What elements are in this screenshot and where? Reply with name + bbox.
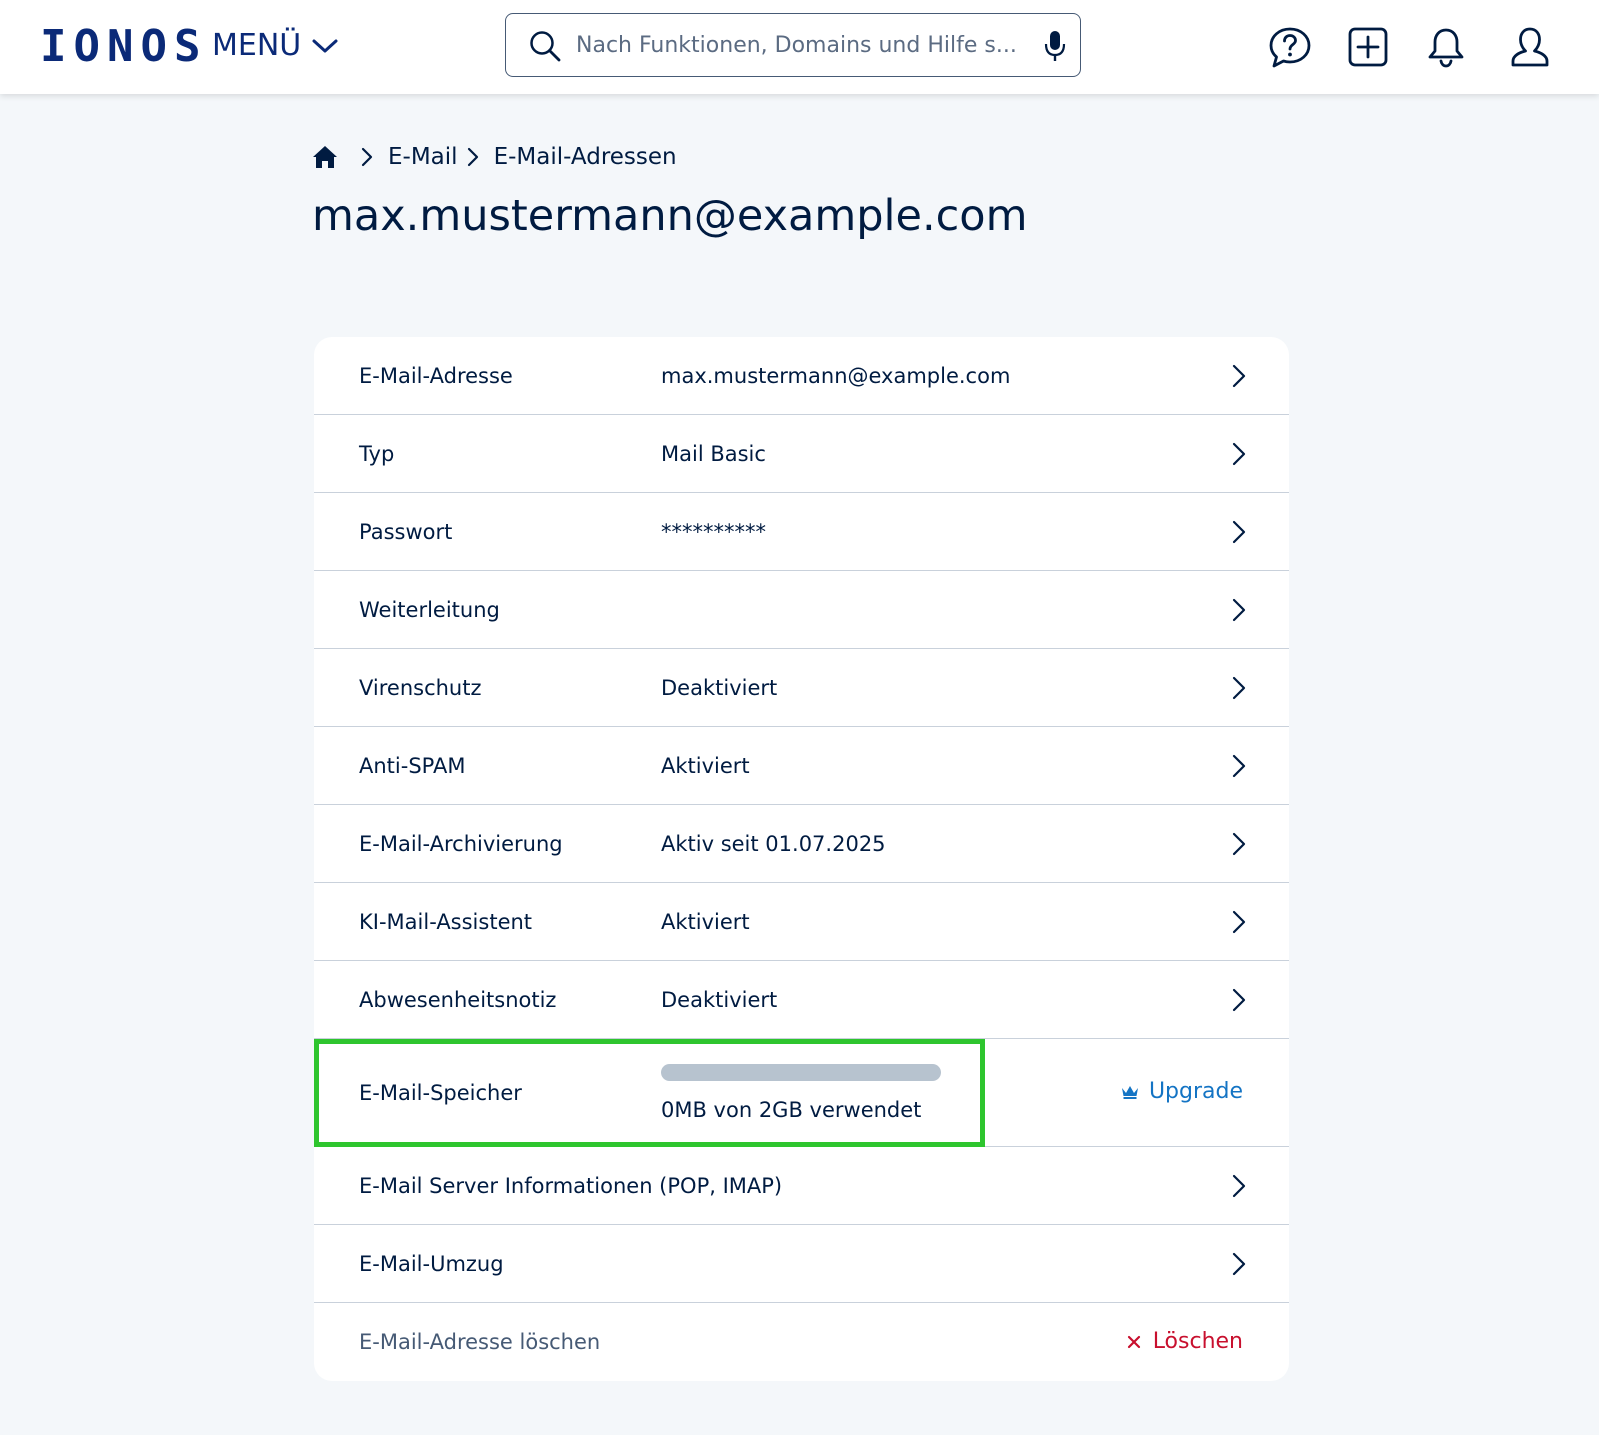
add-icon[interactable] (1346, 25, 1390, 69)
chevron-right-icon (1232, 442, 1246, 466)
page-title: max.mustermann@example.com (312, 191, 1028, 241)
menu-label: MENÜ (212, 28, 302, 63)
row-anti-spam[interactable]: Anti-SPAM Aktiviert (314, 727, 1289, 805)
row-value: Aktiviert (661, 754, 750, 778)
row-label: E-Mail-Umzug (359, 1252, 504, 1276)
chevron-right-icon (1232, 598, 1246, 622)
row-value: Deaktiviert (661, 988, 778, 1012)
chevron-right-icon (1232, 832, 1246, 856)
chevron-right-icon (1232, 1252, 1246, 1276)
search-icon[interactable] (528, 29, 562, 63)
bell-icon[interactable] (1424, 25, 1468, 69)
row-archiving[interactable]: E-Mail-Archivierung Aktiv seit 01.07.202… (314, 805, 1289, 883)
row-label: E-Mail-Archivierung (359, 832, 563, 856)
row-label: E-Mail-Speicher (359, 1081, 522, 1105)
row-label: E-Mail Server Informationen (POP, IMAP) (359, 1174, 783, 1198)
row-email-address[interactable]: E-Mail-Adresse max.mustermann@example.co… (314, 337, 1289, 415)
row-email-migration[interactable]: E-Mail-Umzug (314, 1225, 1289, 1303)
row-label: Passwort (359, 520, 453, 544)
row-label: Weiterleitung (359, 598, 500, 622)
row-ai-mail-assistant[interactable]: KI-Mail-Assistent Aktiviert (314, 883, 1289, 961)
chevron-right-icon (1232, 988, 1246, 1012)
ionos-logo[interactable]: IONOS (40, 24, 207, 70)
help-chat-icon[interactable] (1268, 25, 1312, 69)
storage-progress-bar (661, 1064, 941, 1081)
settings-card: E-Mail-Adresse max.mustermann@example.co… (314, 337, 1289, 1381)
chevron-down-icon (312, 39, 338, 53)
breadcrumb-email-addresses[interactable]: E-Mail-Adressen (494, 144, 677, 170)
row-type[interactable]: Typ Mail Basic (314, 415, 1289, 493)
row-value: max.mustermann@example.com (661, 364, 1011, 388)
storage-usage-text: 0MB von 2GB verwendet (661, 1098, 922, 1122)
row-email-storage: E-Mail-Speicher 0MB von 2GB verwendet Up… (314, 1039, 1289, 1147)
delete-button[interactable]: Löschen (1127, 1327, 1243, 1357)
chevron-right-icon (467, 147, 478, 167)
delete-label: Löschen (1152, 1329, 1243, 1354)
row-out-of-office[interactable]: Abwesenheitsnotiz Deaktiviert (314, 961, 1289, 1039)
chevron-right-icon (1232, 754, 1246, 778)
row-label: Virenschutz (359, 676, 482, 700)
row-label: Abwesenheitsnotiz (359, 988, 557, 1012)
row-label: Anti-SPAM (359, 754, 466, 778)
breadcrumb: E-Mail E-Mail-Adressen (312, 140, 677, 174)
chevron-right-icon (361, 147, 373, 167)
row-value: Aktiv seit 01.07.2025 (661, 832, 886, 856)
chevron-right-icon (1232, 676, 1246, 700)
crown-icon (1121, 1086, 1138, 1099)
upgrade-label: Upgrade (1148, 1079, 1243, 1104)
row-label: KI-Mail-Assistent (359, 910, 533, 934)
search-box (505, 13, 1081, 77)
search-input[interactable] (576, 24, 1016, 66)
top-bar: IONOS MENÜ (0, 0, 1599, 94)
row-value: ********** (661, 520, 766, 544)
row-forwarding[interactable]: Weiterleitung (314, 571, 1289, 649)
chevron-right-icon (1232, 910, 1246, 934)
chevron-right-icon (1232, 520, 1246, 544)
row-password[interactable]: Passwort ********** (314, 493, 1289, 571)
row-value: Aktiviert (661, 910, 750, 934)
row-delete-address: E-Mail-Adresse löschen Löschen (314, 1303, 1289, 1381)
microphone-icon[interactable] (1044, 29, 1066, 63)
chevron-right-icon (1232, 1174, 1246, 1198)
row-virus-protection[interactable]: Virenschutz Deaktiviert (314, 649, 1289, 727)
row-server-information[interactable]: E-Mail Server Informationen (POP, IMAP) (314, 1147, 1289, 1225)
close-icon (1127, 1335, 1140, 1349)
row-label: E-Mail-Adresse (359, 364, 513, 388)
upgrade-button[interactable]: Upgrade (1121, 1077, 1243, 1107)
row-label: E-Mail-Adresse löschen (359, 1330, 601, 1354)
row-value: Deaktiviert (661, 676, 778, 700)
home-icon[interactable] (312, 144, 338, 170)
row-label: Typ (359, 442, 395, 466)
row-value: Mail Basic (661, 442, 766, 466)
breadcrumb-email[interactable]: E-Mail (388, 144, 458, 170)
user-icon[interactable] (1508, 25, 1552, 69)
menu-button[interactable]: MENÜ (212, 28, 339, 64)
chevron-right-icon (1232, 364, 1246, 388)
